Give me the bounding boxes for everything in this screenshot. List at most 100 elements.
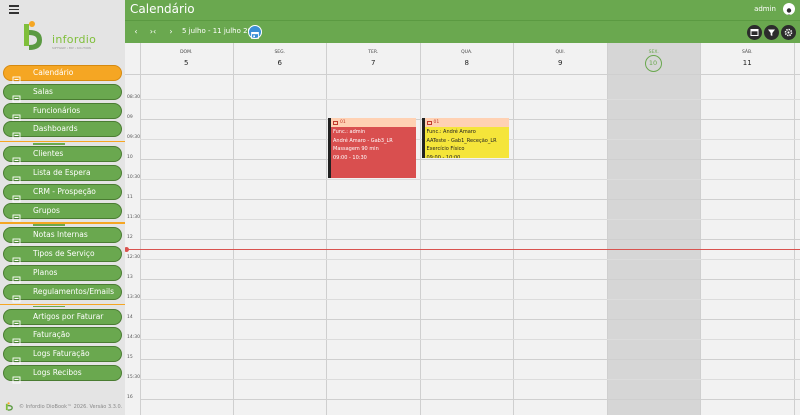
- sidebar-item-dashboard[interactable]: Dashboards: [3, 121, 122, 140]
- sidebar-item-label: Regulamentos/Emails: [33, 286, 115, 296]
- event-line: 09:00 - 10:00: [426, 154, 461, 159]
- event-header: 01: [424, 118, 509, 127]
- calendar-event[interactable]: 01 Func.: André Amaro AATeste - Gab1_Receç…: [421, 118, 509, 159]
- sidebar-item-label: Faturação: [33, 330, 70, 340]
- sidebar-item-door[interactable]: Salas: [3, 83, 122, 103]
- window-icon: [750, 29, 759, 36]
- footer-text: © Infordio DioBook™ 2026. Versão 3.3.0.: [19, 403, 123, 410]
- day-column[interactable]: [514, 74, 608, 415]
- sidebar-item-calendar[interactable]: Calendário: [3, 65, 122, 84]
- time-label: 15: [127, 355, 133, 360]
- sidebar-item-receipts[interactable]: Logs Recibos: [3, 364, 122, 384]
- event-line: Exercício Físico: [426, 146, 465, 152]
- receipts-icon: [12, 369, 21, 384]
- sidebar-item-services[interactable]: Tipos de Serviço: [3, 246, 122, 265]
- sidebar-item-logs[interactable]: Logs Faturação: [3, 346, 122, 365]
- employees-icon: [12, 107, 21, 122]
- plans-icon: [12, 269, 21, 284]
- time-label: 13: [127, 275, 133, 280]
- time-gridline: [140, 199, 800, 200]
- sidebar-item-invoice[interactable]: Faturação: [3, 327, 122, 346]
- sidebar-item-label: Logs Faturação: [33, 349, 90, 359]
- time-gridline: [140, 159, 800, 160]
- app: infordio SOFTWARE • ERP • SOLUTIONS Cale…: [0, 0, 800, 415]
- day-column[interactable]: [701, 74, 795, 415]
- infordio-logo-icon: [24, 21, 42, 50]
- day-header[interactable]: SEX. 10: [607, 43, 701, 74]
- time-gridline: [140, 279, 800, 280]
- gear-icon: [784, 28, 793, 37]
- logo: infordio SOFTWARE • ERP • SOLUTIONS: [20, 20, 110, 54]
- day-column[interactable]: [607, 74, 701, 415]
- sidebar-item-regulations[interactable]: Regulamentos/Emails: [3, 283, 122, 303]
- sidebar-item-label: Clientes: [33, 149, 64, 159]
- waitlist-icon: [12, 169, 21, 184]
- time-gridline: [140, 179, 800, 180]
- today-button[interactable]: ›‹: [147, 26, 159, 38]
- day-header[interactable]: SÁB. 11: [701, 43, 795, 74]
- time-label: 10: [127, 155, 133, 160]
- day-header[interactable]: QUI. 9: [514, 43, 608, 74]
- user-name[interactable]: admin: [754, 5, 776, 13]
- event-line: Func.: André Amaro: [426, 129, 476, 135]
- view-mode-button[interactable]: [747, 25, 762, 40]
- day-header[interactable]: SEG. 6: [234, 43, 327, 74]
- dashboard-icon: [12, 125, 21, 140]
- sidebar-item-waitlist[interactable]: Lista de Espera: [3, 164, 122, 184]
- time-label: 12:30: [127, 255, 140, 260]
- day-header[interactable]: QUA. 8: [421, 43, 514, 74]
- menu-icon[interactable]: [9, 5, 19, 14]
- event-tag: 01: [433, 120, 440, 125]
- time-label: 09:30: [127, 135, 140, 140]
- clients-icon: [12, 150, 21, 165]
- prev-week-button[interactable]: ‹: [130, 26, 142, 38]
- time-gridline: [140, 99, 800, 100]
- current-time-dot: [125, 247, 129, 252]
- brand-name: infordio: [52, 33, 97, 46]
- time-label: 13:30: [127, 295, 140, 300]
- time-label: 10:30: [127, 175, 140, 180]
- time-label: 14:30: [127, 335, 140, 340]
- calendar-icon: [251, 32, 259, 39]
- sidebar-item-label: Dashboards: [33, 124, 78, 134]
- sidebar-item-employees[interactable]: Funcionários: [3, 102, 122, 122]
- day-name: DOM.: [180, 50, 193, 55]
- calendar-toolbar: ‹ ›‹ › 5 julho - 11 julho 2026: [125, 20, 800, 43]
- day-date: 11: [742, 59, 752, 67]
- filter-button[interactable]: [764, 25, 779, 40]
- notes-icon: [12, 231, 21, 246]
- page-title: Calendário: [130, 2, 195, 16]
- calendar-event[interactable]: 01 Func.: admin André Amaro - Gab3_LR Massa…: [328, 118, 416, 178]
- sidebar-item-label: Salas: [33, 86, 53, 96]
- day-header[interactable]: DOM. 5: [140, 43, 234, 74]
- sidebar-nav: Calendário Salas Funcionários Dashboards Cli…: [0, 65, 125, 384]
- time-gridline: [140, 399, 800, 400]
- logs-icon: [12, 350, 21, 365]
- day-column[interactable]: [140, 74, 234, 415]
- sidebar-item-notes[interactable]: Notas Internas: [3, 227, 122, 246]
- services-icon: [12, 250, 21, 265]
- sidebar-item-articles[interactable]: Artigos por Faturar: [3, 308, 122, 328]
- next-week-button[interactable]: ›: [165, 26, 177, 38]
- date-picker-button[interactable]: [248, 25, 262, 39]
- room-icon: [426, 120, 432, 125]
- crm-icon: [12, 188, 21, 203]
- sidebar-item-clients[interactable]: Clientes: [3, 146, 122, 165]
- avatar-icon[interactable]: [783, 3, 795, 15]
- time-label: 11: [127, 195, 133, 200]
- brand-tagline: SOFTWARE • ERP • SOLUTIONS: [52, 47, 92, 50]
- day-column[interactable]: [234, 74, 327, 415]
- day-name: TER.: [368, 50, 379, 55]
- event-line: Massagem 90 min: [333, 146, 379, 152]
- time-label: 12: [127, 235, 133, 240]
- sidebar-item-label: Artigos por Faturar: [33, 311, 104, 321]
- sidebar-item-groups[interactable]: Grupos: [3, 202, 122, 222]
- sidebar-item-crm[interactable]: CRM - Prospeção: [3, 183, 122, 203]
- current-time-line: [125, 249, 800, 250]
- settings-button[interactable]: [781, 25, 796, 40]
- time-label: 11:30: [127, 215, 140, 220]
- sidebar-item-plans[interactable]: Planos: [3, 264, 122, 284]
- event-line: André Amaro - Gab3_LR: [333, 137, 393, 144]
- day-name: SEG.: [274, 50, 286, 55]
- day-header[interactable]: TER. 7: [327, 43, 421, 74]
